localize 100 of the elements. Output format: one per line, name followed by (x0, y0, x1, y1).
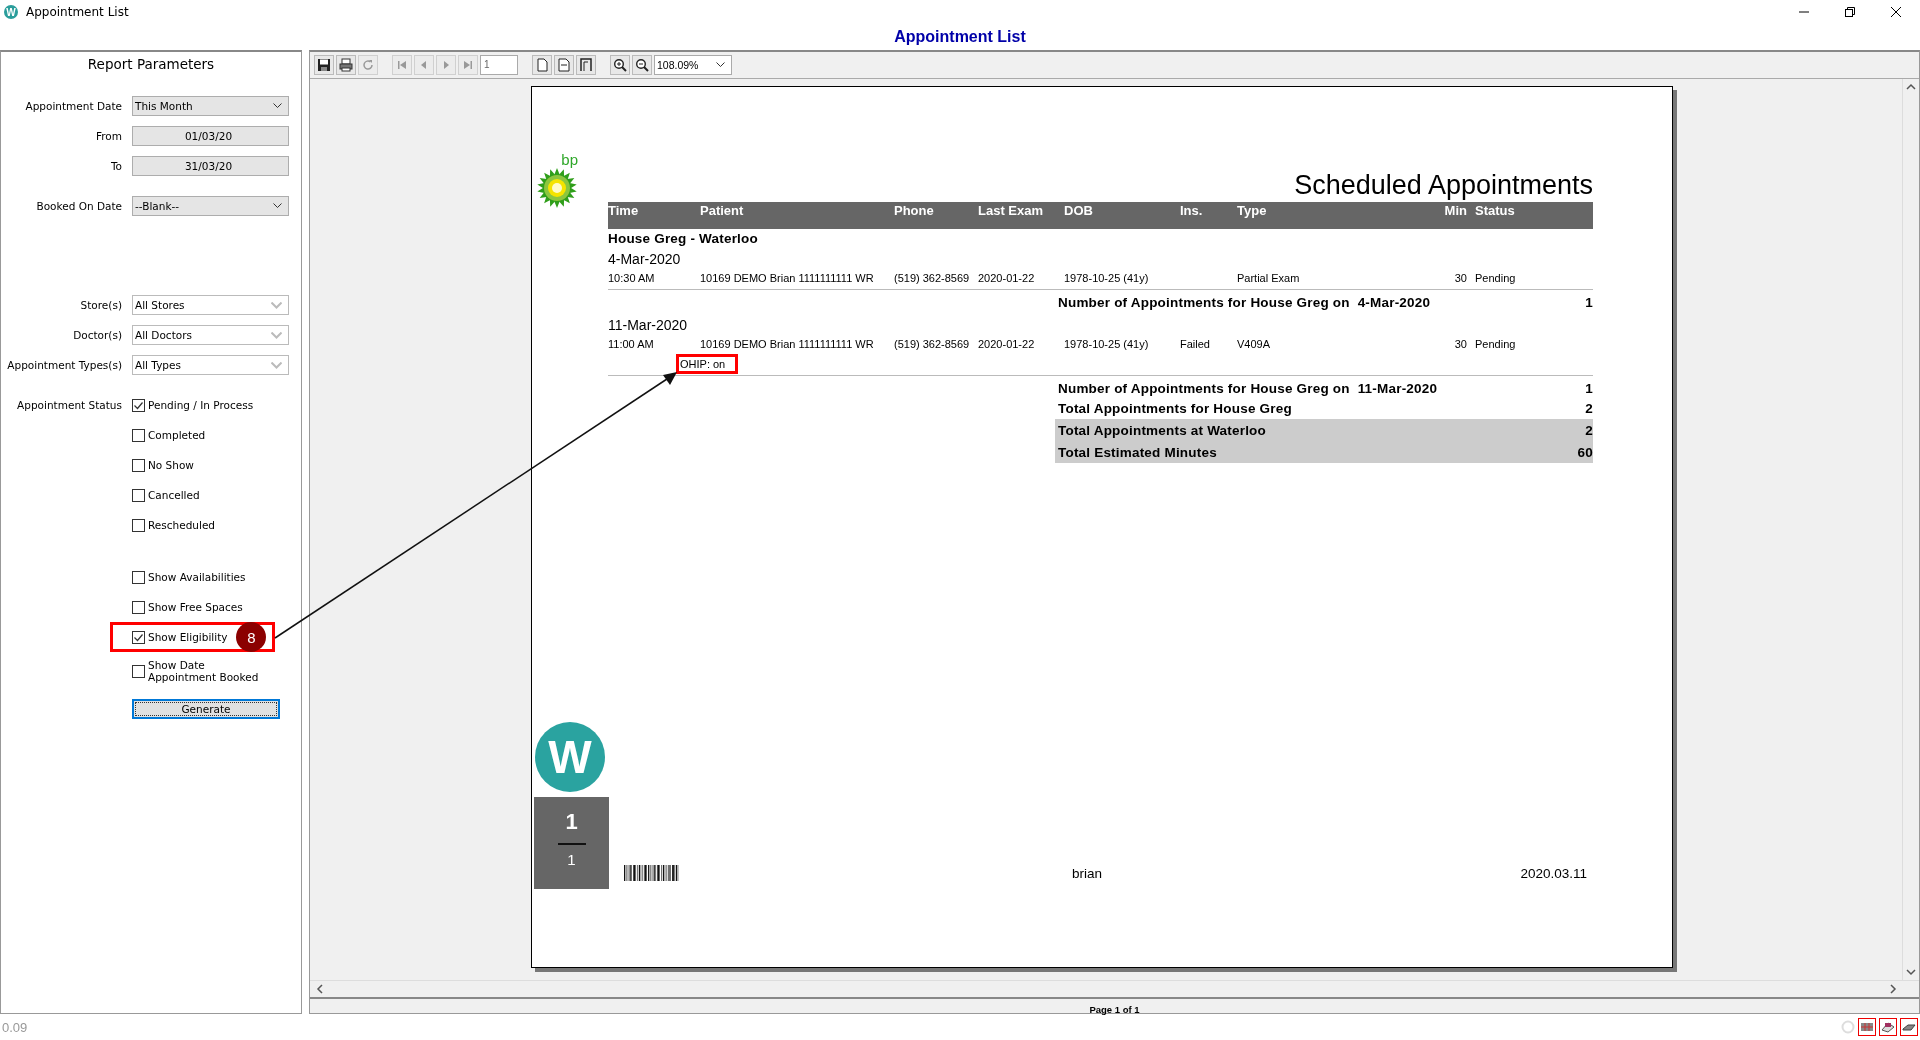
table-cell: 2020-01-22 (978, 338, 1035, 350)
close-icon[interactable] (1890, 6, 1902, 18)
printer-icon (339, 58, 353, 72)
chevron-icon (271, 361, 282, 369)
checkbox[interactable] (132, 630, 145, 644)
date-field[interactable]: 01/03/20 (132, 126, 289, 146)
table-cell: Pending (1475, 338, 1516, 350)
checkbox[interactable] (132, 458, 145, 472)
eligibility-note: OHIP: on (676, 354, 739, 374)
page-number: 1 (565, 809, 578, 835)
table-cell: (519) 362-8569 (894, 338, 970, 350)
page-view-button[interactable] (532, 55, 552, 75)
summary-value: 1 (1585, 294, 1593, 310)
table-cell: 30 (1454, 272, 1467, 284)
summary-label: Number of Appointments for House Greg on 4-Mar-2020 (1058, 294, 1431, 310)
full-page-button[interactable] (576, 55, 596, 75)
page-indicator: Page 1 of 1 (1089, 1004, 1140, 1015)
checkbox-label[interactable]: Cancelled (148, 489, 200, 501)
page-number-field[interactable]: 1 (480, 55, 518, 75)
generate-button[interactable]: Generate (132, 699, 280, 719)
field-label: Appointment Date (24, 100, 122, 112)
print-button[interactable] (336, 55, 356, 75)
table-cell: (519) 362-8569 (894, 272, 970, 284)
version-label: 0.09 (2, 1019, 28, 1035)
field-label: Store(s) (79, 299, 122, 311)
checkbox[interactable] (132, 488, 145, 502)
field-label: Doctor(s) (72, 329, 122, 341)
vertical-scrollbar[interactable] (1902, 79, 1919, 980)
table-cell: Pending (1475, 272, 1516, 284)
zoom-in-button[interactable] (610, 55, 630, 75)
table-cell: 1978-10-25 (41y) (1064, 272, 1149, 284)
scroll-down-icon[interactable] (1906, 968, 1916, 976)
table-cell: Partial Exam (1237, 272, 1300, 284)
table-cell: 10:30 AM (608, 272, 655, 284)
restore-icon[interactable] (1844, 6, 1856, 18)
column-header: Type (1237, 202, 1268, 220)
dropdown[interactable]: All Stores (132, 295, 289, 315)
window-title: Appointment List (26, 5, 129, 19)
page-icon (557, 58, 571, 72)
page-total: 1 (567, 851, 576, 868)
grid-icon[interactable] (1858, 1018, 1876, 1036)
save-button[interactable] (314, 55, 334, 75)
checkbox[interactable] (132, 600, 145, 614)
column-header: Phone (894, 202, 935, 220)
total-value: 60 (1577, 444, 1593, 460)
table-cell: 30 (1454, 338, 1467, 350)
page-width-button[interactable] (554, 55, 574, 75)
dropdown[interactable]: All Types (132, 355, 289, 375)
total-value: 2 (1585, 400, 1593, 416)
barcode-icon (624, 865, 680, 881)
field-label: From (95, 130, 122, 142)
zoom-dropdown[interactable]: 108.09% (654, 55, 732, 75)
first-page-icon (395, 58, 409, 72)
dropdown[interactable]: This Month (132, 96, 289, 116)
table-cell: 10169 DEMO Brian 1111111111 WR (700, 338, 874, 350)
checkbox-label[interactable]: Show Date Appointment Booked (148, 659, 266, 683)
total-label: Total Appointments at Waterloo (1058, 422, 1266, 438)
field-label: Appointment Types(s) (6, 359, 122, 371)
dropdown[interactable]: All Doctors (132, 325, 289, 345)
date-field[interactable]: 31/03/20 (132, 156, 289, 176)
dropdown[interactable]: --Blank-- (132, 196, 289, 216)
checkbox-label[interactable]: Completed (148, 429, 206, 441)
chevron-icon (271, 331, 282, 339)
zoom-out-button[interactable] (632, 55, 652, 75)
scroll-right-icon[interactable] (1889, 984, 1897, 994)
table-cell: 1978-10-25 (41y) (1064, 338, 1149, 350)
app-logo-icon: W (4, 5, 18, 19)
checkbox-label[interactable]: Show Free Spaces (148, 601, 243, 613)
checkbox-label[interactable]: Rescheduled (148, 519, 215, 531)
total-label: Total Estimated Minutes (1058, 444, 1217, 460)
checkbox-label[interactable]: Show Eligibility (148, 631, 228, 643)
checkbox-label[interactable]: Show Availabilities (148, 571, 246, 583)
horizontal-scrollbar[interactable] (310, 980, 1919, 997)
book-icon[interactable] (1879, 1018, 1897, 1036)
zoom-out-icon (635, 58, 649, 72)
scroll-up-icon[interactable] (1906, 83, 1916, 91)
checkbox-label[interactable]: Pending / In Process (148, 399, 254, 411)
chevron-icon (273, 103, 282, 109)
table-cell: 11:00 AM (608, 338, 654, 350)
column-header: Last Exam (978, 202, 1045, 220)
column-header: Ins. (1180, 202, 1204, 220)
scroll-left-icon[interactable] (316, 984, 324, 994)
checkbox-label[interactable]: No Show (148, 459, 194, 471)
checkbox[interactable] (132, 664, 145, 678)
report-title: Appointment List (894, 28, 1026, 45)
date-heading: 11-Mar-2020 (608, 317, 689, 333)
step-badge: 8 (236, 622, 267, 652)
sunburst-logo-icon (536, 167, 578, 209)
checkbox[interactable] (132, 570, 145, 584)
last-page-icon (461, 58, 475, 72)
chevron-icon (716, 62, 725, 68)
summary-value: 1 (1585, 380, 1593, 396)
footer-user: brian (1072, 865, 1103, 881)
report-heading: Scheduled Appointments (1293, 169, 1593, 202)
tray-icon[interactable] (1900, 1018, 1918, 1036)
checkbox[interactable] (132, 428, 145, 442)
checkbox[interactable] (132, 398, 145, 412)
logo-text: bp (561, 153, 578, 167)
column-header: Time (608, 202, 640, 220)
checkbox[interactable] (132, 518, 145, 532)
